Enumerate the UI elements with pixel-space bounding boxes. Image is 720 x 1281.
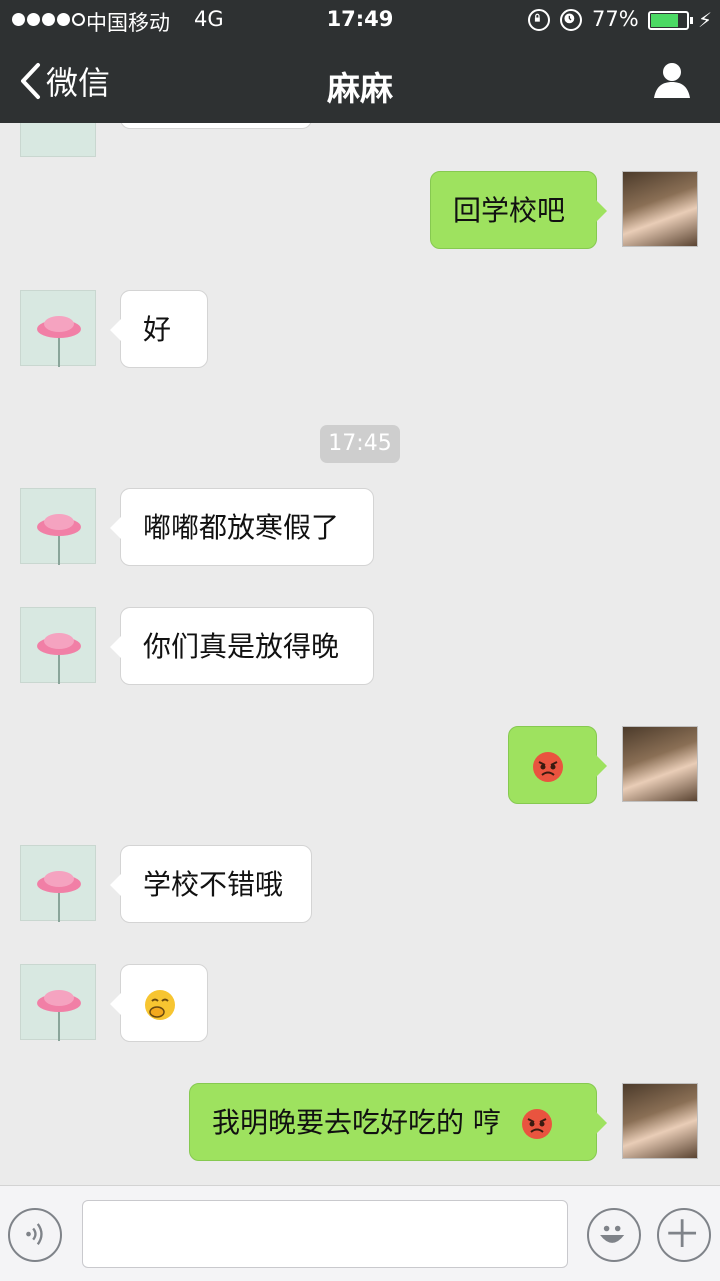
- message-bubble[interactable]: 你们真是放得晚: [110, 607, 374, 685]
- alarm-icon: [560, 9, 582, 31]
- avatar[interactable]: [20, 964, 96, 1041]
- avatar[interactable]: [20, 845, 96, 922]
- battery-fill: [651, 14, 678, 27]
- avatar[interactable]: [20, 488, 96, 565]
- chat-title: 麻麻: [327, 69, 393, 108]
- message-bubble[interactable]: [508, 726, 607, 804]
- snicker-face-icon: [145, 990, 175, 1020]
- message-text: 好: [143, 313, 172, 346]
- message-text: 嘟嘟都放寒假了: [143, 511, 340, 544]
- message-bubble[interactable]: 回学校吧: [430, 171, 607, 249]
- status-bar: 中国移动 4G 17:49 77% ⚡: [0, 0, 720, 40]
- message-text: 学校不错哦: [143, 868, 284, 901]
- angry-face-icon: [521, 1109, 552, 1139]
- pink-flower-icon: [37, 514, 81, 565]
- message-text: 回学校吧: [453, 194, 566, 227]
- message-bubble[interactable]: 嘟嘟都放寒假了: [110, 488, 374, 566]
- avatar[interactable]: [622, 171, 698, 247]
- message-bubble[interactable]: [110, 964, 208, 1042]
- avatar[interactable]: [20, 607, 96, 684]
- emoji-icon: [600, 1225, 625, 1243]
- nav-bar: 微信 麻麻: [0, 40, 720, 123]
- input-bar: [0, 1185, 720, 1281]
- battery-percent: 77%: [592, 7, 639, 31]
- person-icon[interactable]: [652, 60, 692, 100]
- timestamp-divider: 17:45: [320, 425, 400, 463]
- voice-icon: [26, 1223, 43, 1245]
- emoji-button[interactable]: [587, 1208, 641, 1262]
- pink-flower-icon: [37, 871, 81, 922]
- message-bubble[interactable]: 我明晚要去吃好吃的 哼: [189, 1083, 607, 1161]
- message-bubble[interactable]: 学校不错哦: [110, 845, 312, 923]
- pink-flower-icon: [37, 633, 81, 684]
- message-text: 我明晚要去吃好吃的 哼: [212, 1106, 501, 1139]
- avatar[interactable]: [20, 123, 96, 157]
- top-bar: 中国移动 4G 17:49 77% ⚡ 微信 麻麻: [0, 0, 720, 123]
- angry-face-icon: [533, 752, 563, 782]
- charging-bolt-icon: ⚡: [698, 8, 713, 32]
- pink-flower-icon: [37, 316, 81, 367]
- avatar[interactable]: [20, 290, 96, 367]
- orientation-lock-icon: [528, 9, 550, 31]
- pink-flower-icon: [37, 990, 81, 1041]
- chat-area[interactable]: 回学校吧 好 17:45 嘟嘟都放寒假了 你们真是放得晚 学校不错哦 我明晚要去…: [0, 123, 720, 1185]
- more-button[interactable]: [657, 1208, 711, 1262]
- avatar[interactable]: [622, 726, 698, 802]
- battery-icon: [648, 11, 689, 30]
- plus-icon: [668, 1219, 697, 1248]
- message-input[interactable]: [82, 1200, 568, 1268]
- message-bubble[interactable]: [120, 123, 312, 129]
- message-text: 你们真是放得晚: [143, 630, 340, 663]
- voice-button[interactable]: [8, 1208, 62, 1262]
- avatar[interactable]: [622, 1083, 698, 1159]
- battery-tip: [690, 17, 693, 24]
- message-bubble[interactable]: 好: [110, 290, 208, 368]
